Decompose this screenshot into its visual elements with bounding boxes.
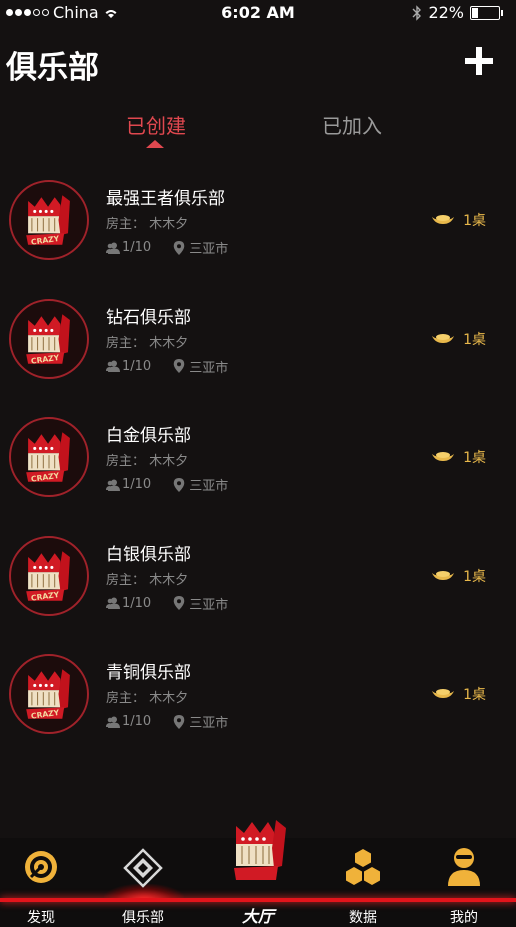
club-tables: 1桌 <box>431 684 486 704</box>
gold-ingot-icon <box>432 570 455 580</box>
tab-joined[interactable]: 已加入 <box>322 110 382 139</box>
location-pin-icon <box>173 477 185 492</box>
club-owner: 房主： 木木夕 <box>106 691 189 706</box>
club-meta: 1/10 三亚市 <box>106 712 228 731</box>
club-meta: 1/10 三亚市 <box>106 594 228 613</box>
nav-discover[interactable]: 发现 <box>6 838 76 927</box>
crazy-logo-icon: CRAZY <box>26 432 70 484</box>
nav-discover-label: 发现 <box>27 910 55 926</box>
status-bar: China 6:02 AM 22% <box>0 0 516 26</box>
location-pin-icon <box>173 359 185 373</box>
members-icon <box>106 597 120 609</box>
crazy-logo-icon: CRAZY <box>26 313 70 365</box>
tables-count: 1桌 <box>463 331 486 348</box>
add-club-button[interactable] <box>464 46 494 76</box>
tables-count: 1桌 <box>463 213 486 229</box>
gold-ingot-icon <box>432 452 455 461</box>
nav-mine[interactable]: 我的 <box>429 838 499 927</box>
members-icon <box>106 360 120 372</box>
club-name: 白金俱乐部 <box>106 426 191 446</box>
club-tables: 1桌 <box>431 210 486 230</box>
nav-hall-label: 大厅 <box>241 907 274 926</box>
club-name: 最强王者俱乐部 <box>106 189 225 209</box>
bluetooth-icon <box>412 4 422 21</box>
location-pin-icon <box>173 596 185 610</box>
club-avatar: CRAZY <box>9 298 89 379</box>
club-name: 钻石俱乐部 <box>106 307 191 328</box>
club-city: 三亚市 <box>189 242 229 257</box>
battery-percent: 22% <box>428 3 464 22</box>
club-city: 三亚市 <box>189 360 229 376</box>
club-item[interactable]: CRAZY 青铜俱乐部 房主： 木木夕 1/10 三亚市 1桌 <box>0 654 516 754</box>
gold-ingot-icon <box>432 215 455 224</box>
club-meta: 1/10 三亚市 <box>106 357 228 376</box>
crazy-logo-icon: CRAZY <box>26 669 70 721</box>
club-name: 青铜俱乐部 <box>106 663 191 683</box>
club-members: 1/10 <box>122 714 152 729</box>
nav-mine-label: 我的 <box>450 910 478 926</box>
club-owner: 房主： 木木夕 <box>106 454 189 469</box>
tables-count: 1桌 <box>463 568 486 585</box>
battery-icon <box>470 5 503 20</box>
club-city: 三亚市 <box>189 479 229 494</box>
nav-club[interactable]: 俱乐部 <box>108 838 178 927</box>
club-tables: 1桌 <box>431 447 486 467</box>
tab-bar: 已创建 已加入 <box>0 110 516 150</box>
crazy-logo-icon: CRAZY <box>26 550 70 602</box>
club-owner: 房主： 木木夕 <box>106 335 189 351</box>
club-tables: 1桌 <box>431 566 486 586</box>
gold-ingot-icon <box>432 333 455 343</box>
club-meta: 1/10 三亚市 <box>106 475 228 494</box>
club-owner: 房主： 木木夕 <box>106 217 189 232</box>
club-diamond-icon <box>123 848 163 888</box>
gold-ingot-icon <box>432 689 455 698</box>
club-members: 1/10 <box>122 595 152 611</box>
tab-indicator <box>146 140 164 148</box>
club-item[interactable]: CRAZY 白金俱乐部 房主： 木木夕 1/10 三亚市 1桌 <box>0 417 516 517</box>
nav-hall[interactable]: 大厅 <box>221 820 295 927</box>
members-icon <box>106 716 120 728</box>
club-name: 白银俱乐部 <box>106 544 191 565</box>
club-item[interactable]: CRAZY 钻石俱乐部 房主： 木木夕 1/10 三亚市 1桌 <box>0 298 516 399</box>
club-tables: 1桌 <box>431 329 486 349</box>
nav-club-label: 俱乐部 <box>122 910 164 926</box>
nav-data-label: 数据 <box>349 910 377 926</box>
club-members: 1/10 <box>122 240 152 255</box>
club-owner: 房主： 木木夕 <box>106 572 189 588</box>
discover-icon <box>25 851 57 883</box>
club-avatar: CRAZY <box>9 180 89 260</box>
tables-count: 1桌 <box>463 450 486 466</box>
crazy-logo-icon: CRAZY <box>26 195 70 247</box>
tables-count: 1桌 <box>463 687 486 703</box>
club-members: 1/10 <box>122 477 152 492</box>
location-pin-icon <box>173 240 185 255</box>
nav-data[interactable]: 数据 <box>328 838 398 927</box>
page-title: 俱乐部 <box>6 50 99 86</box>
hall-logo-icon <box>234 820 286 880</box>
status-right: 22% <box>412 3 503 22</box>
club-city: 三亚市 <box>189 716 229 731</box>
club-item[interactable]: CRAZY 白银俱乐部 房主： 木木夕 1/10 三亚市 1桌 <box>0 535 516 636</box>
location-pin-icon <box>173 714 185 729</box>
club-avatar: CRAZY <box>9 654 89 734</box>
tab-created[interactable]: 已创建 <box>126 110 186 139</box>
club-city: 三亚市 <box>189 597 229 613</box>
profile-icon <box>448 848 480 886</box>
data-hexagons-icon <box>346 849 380 885</box>
club-members: 1/10 <box>122 358 152 374</box>
club-avatar: CRAZY <box>9 535 89 616</box>
club-meta: 1/10 三亚市 <box>106 238 228 257</box>
club-avatar: CRAZY <box>9 417 89 497</box>
club-item[interactable]: CRAZY 最强王者俱乐部 房主： 木木夕 1/10 三亚市 1桌 <box>0 180 516 280</box>
members-icon <box>106 479 120 491</box>
members-icon <box>106 242 120 254</box>
